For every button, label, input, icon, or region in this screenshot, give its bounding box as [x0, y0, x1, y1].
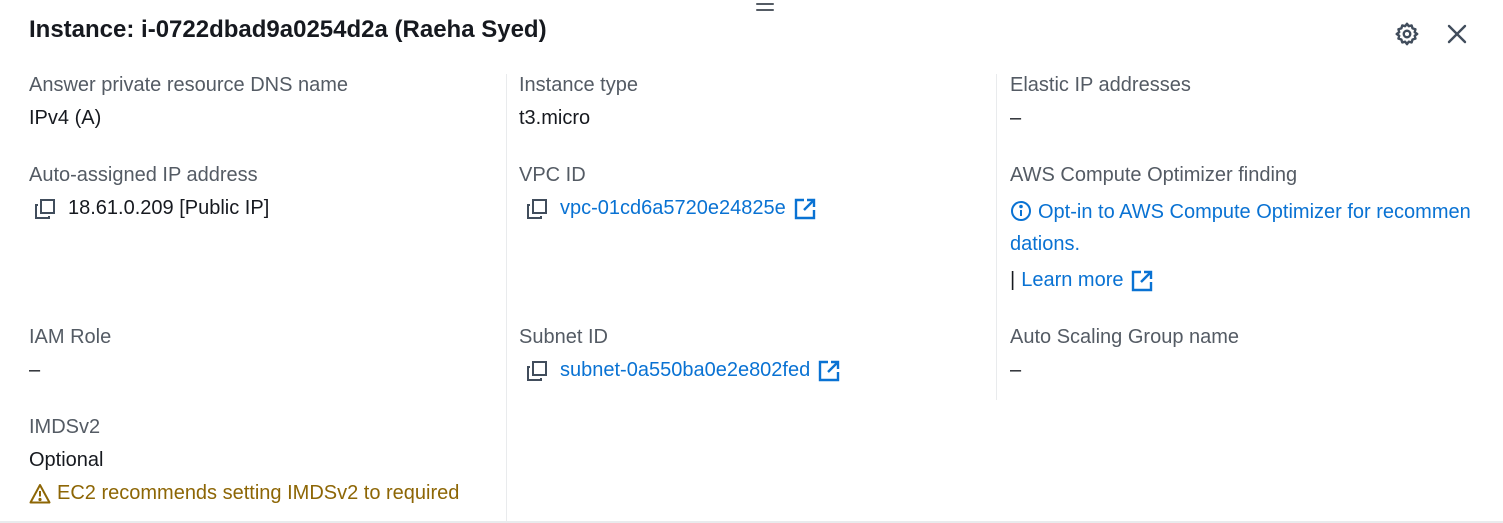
iam-role-label: IAM Role: [29, 326, 112, 348]
instance-type-value: t3.micro: [519, 107, 591, 129]
optimizer-optin-link[interactable]: Opt-in to AWS Compute Optimizer for reco…: [1010, 196, 1480, 260]
vpc-id-link[interactable]: vpc-01cd6a5720e24825e: [560, 197, 786, 220]
vpc-id-label: VPC ID: [519, 164, 586, 186]
vpc-id-row: vpc-01cd6a5720e24825e: [526, 197, 816, 220]
subnet-id-row: subnet-0a550ba0e2e802fed: [526, 359, 840, 382]
subnet-id-link[interactable]: subnet-0a550ba0e2e802fed: [560, 359, 810, 382]
learn-more-link[interactable]: Learn more: [1021, 269, 1123, 292]
separator: |: [1010, 269, 1016, 291]
imdsv2-warning: EC2 recommends setting IMDSv2 to require…: [29, 482, 459, 505]
learn-more-row: | Learn more: [1010, 269, 1153, 292]
info-icon: [1010, 200, 1032, 222]
auto-ip-value: 18.61.0.209 [Public IP]: [68, 197, 270, 219]
dns-name-label: Answer private resource DNS name: [29, 74, 349, 96]
imdsv2-label: IMDSv2: [29, 416, 101, 438]
elastic-ip-label: Elastic IP addresses: [1010, 74, 1191, 96]
auto-ip-label: Auto-assigned IP address: [29, 164, 258, 186]
dns-name-value: IPv4 (A): [29, 107, 102, 129]
panel-title: Instance: i-0722dbad9a0254d2a (Raeha Sye…: [29, 16, 547, 43]
optimizer-label: AWS Compute Optimizer finding: [1010, 164, 1298, 186]
gear-icon[interactable]: [1392, 18, 1422, 50]
asg-name-label: Auto Scaling Group name: [1010, 326, 1240, 348]
column-divider: [506, 74, 507, 521]
asg-name-value: –: [1010, 359, 1022, 381]
copy-icon[interactable]: [526, 198, 548, 220]
auto-ip-row: 18.61.0.209 [Public IP]: [34, 197, 269, 220]
copy-icon[interactable]: [526, 360, 548, 382]
external-link-icon[interactable]: [818, 360, 840, 382]
imdsv2-warning-text: EC2 recommends setting IMDSv2 to require…: [57, 482, 460, 504]
drag-handle-icon[interactable]: [756, 3, 774, 15]
warning-icon: [29, 483, 51, 505]
external-link-icon[interactable]: [1131, 270, 1153, 292]
column-divider: [996, 74, 997, 400]
imdsv2-value: Optional: [29, 449, 104, 471]
instance-type-label: Instance type: [519, 74, 638, 96]
copy-icon[interactable]: [34, 198, 56, 220]
iam-role-value: –: [29, 359, 41, 381]
close-icon[interactable]: [1442, 18, 1472, 50]
optimizer-optin-text: Opt-in to AWS Compute Optimizer for reco…: [1010, 201, 1471, 255]
elastic-ip-value: –: [1010, 107, 1022, 129]
subnet-id-label: Subnet ID: [519, 326, 608, 348]
external-link-icon[interactable]: [794, 198, 816, 220]
